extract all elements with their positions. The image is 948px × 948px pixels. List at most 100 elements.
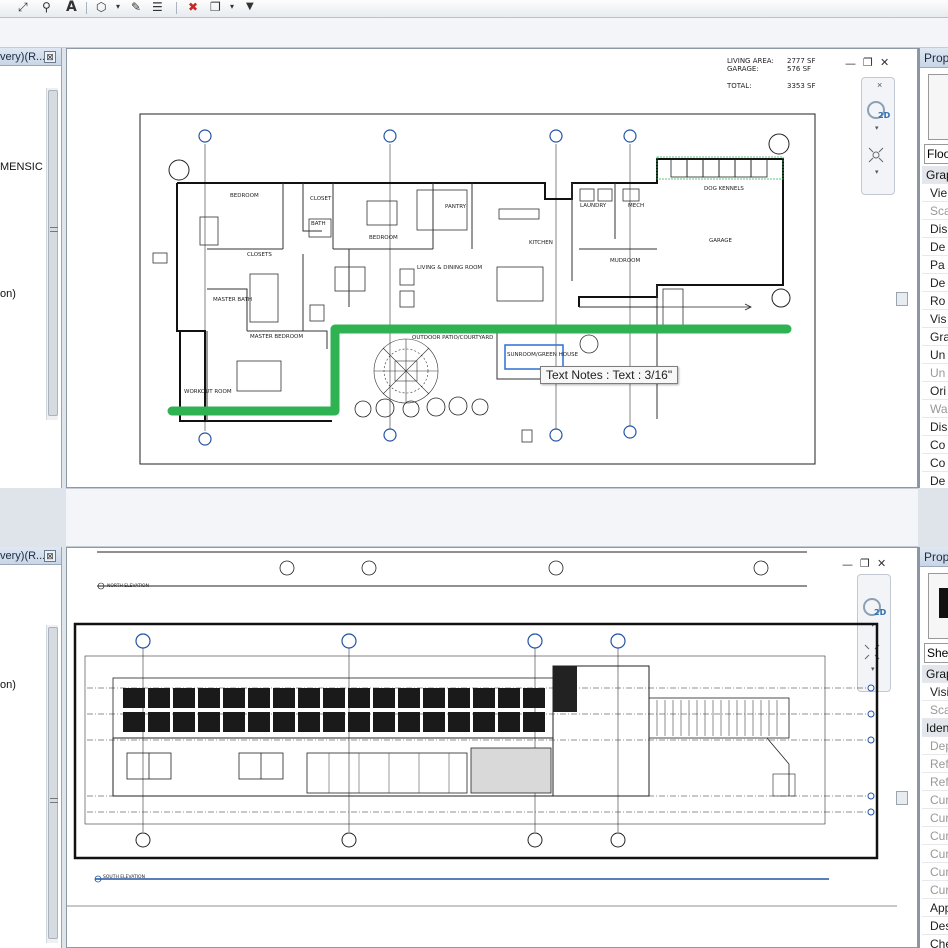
tag-icon[interactable]: ⚲ (42, 0, 51, 14)
grid-head[interactable] (198, 129, 212, 143)
room-label[interactable]: DOG KENNELS (704, 186, 744, 192)
close-icon[interactable]: ⊠ (44, 550, 56, 562)
solar-panel (198, 712, 220, 732)
scrollbar-thumb[interactable] (48, 627, 58, 939)
property-row[interactable]: Ori (922, 382, 948, 400)
property-row[interactable]: Des (922, 917, 948, 935)
room-label[interactable]: OUTDOOR PATIO/COURTYARD (412, 335, 493, 341)
properties-panel-top: Prop Floo GrapVieScaDisDePaDeRoVisGraUnU… (918, 48, 948, 488)
section-marker[interactable] (168, 159, 190, 181)
room-label[interactable]: CLOSETS (247, 252, 272, 258)
grid-head[interactable] (198, 432, 212, 446)
dropdown-icon[interactable]: ▾ (230, 0, 234, 14)
property-row[interactable]: Visi (922, 683, 948, 701)
dimension-icon[interactable]: ⤢ (18, 0, 28, 14)
room-label[interactable]: KITCHEN (529, 240, 553, 246)
type-selector[interactable]: Floo (924, 144, 948, 164)
property-row[interactable]: De (922, 238, 948, 256)
scrollbar-grip (50, 798, 58, 803)
grid-head[interactable] (549, 129, 563, 143)
section-marker[interactable] (768, 133, 790, 155)
panel-title: Prop (920, 48, 948, 68)
grid-head[interactable] (549, 428, 563, 442)
property-row[interactable]: Cur (922, 791, 948, 809)
filter-icon[interactable]: ☰ (152, 0, 163, 14)
delete-element-icon[interactable]: ✖ (188, 0, 198, 14)
property-row[interactable]: Ro (922, 292, 948, 310)
property-group-header[interactable]: Iden (922, 719, 948, 737)
property-row[interactable]: Ref (922, 755, 948, 773)
solar-panel (298, 712, 320, 732)
property-row[interactable]: Cur (922, 809, 948, 827)
property-row[interactable]: Co (922, 454, 948, 472)
property-row[interactable]: Dis (922, 220, 948, 238)
grid-head[interactable] (623, 129, 637, 143)
room-label[interactable]: CLOSET (310, 196, 332, 202)
browser-item[interactable]: on) (0, 288, 16, 300)
property-row[interactable]: Pa (922, 256, 948, 274)
property-row[interactable]: Un (922, 346, 948, 364)
floor-plan-view[interactable]: — ❐ ✕ × 2D ▾ ▾ LIVING AREA: 2777 SF GARA… (66, 48, 918, 488)
close-icon[interactable]: ⊠ (44, 51, 56, 63)
property-row[interactable]: Cur (922, 881, 948, 899)
room-label[interactable]: WORKOUT ROOM (184, 389, 232, 395)
customize-toolbar-icon[interactable]: ▼ (246, 0, 254, 14)
property-row[interactable]: Sca (922, 701, 948, 719)
property-row[interactable]: Gra (922, 328, 948, 346)
browser-item[interactable]: on) (0, 679, 16, 691)
room-label[interactable]: BATH (311, 221, 326, 227)
property-row[interactable]: De (922, 274, 948, 292)
property-row[interactable]: Cur (922, 845, 948, 863)
property-group-header[interactable]: Grap (922, 665, 948, 683)
room-label[interactable]: PANTRY (445, 204, 467, 210)
scrollbar-thumb[interactable] (48, 90, 58, 416)
solar-panel (398, 688, 420, 708)
property-row[interactable]: Ref (922, 773, 948, 791)
room-label[interactable]: BEDROOM (230, 193, 259, 199)
sheet-view[interactable]: — ❐ ✕ 2D ▾ ▾ NORTH ELEVATION SOUTH ELEVA… (66, 547, 918, 948)
room-label[interactable]: LAUNDRY (580, 203, 607, 209)
grid-head[interactable] (623, 425, 637, 439)
property-row[interactable]: Sca (922, 202, 948, 220)
property-row[interactable]: Vis (922, 310, 948, 328)
vertical-scrollbar[interactable] (46, 88, 58, 420)
property-row[interactable]: Cur (922, 827, 948, 845)
property-row[interactable]: Un (922, 364, 948, 382)
grid-head[interactable] (383, 129, 397, 143)
toolbar-separator (86, 2, 87, 14)
window-switch-icon[interactable]: ❐ (210, 0, 221, 14)
property-row[interactable]: De (922, 472, 948, 488)
property-row[interactable]: Cur (922, 863, 948, 881)
paint-icon[interactable]: ✎ (131, 0, 141, 14)
room-label[interactable]: MUDROOM (610, 258, 640, 264)
area-label: TOTAL: (726, 82, 752, 90)
solar-panel (473, 712, 495, 732)
section-marker[interactable] (771, 288, 791, 308)
room-label[interactable]: SUNROOM/GREEN HOUSE (507, 352, 579, 358)
room-label[interactable]: GARAGE (709, 238, 733, 244)
room-label[interactable]: BEDROOM (369, 235, 398, 241)
property-row[interactable]: Vie (922, 184, 948, 202)
property-row[interactable]: Dep (922, 737, 948, 755)
property-row[interactable]: Wa (922, 400, 948, 418)
text-icon[interactable]: A (66, 0, 77, 14)
room-label[interactable]: MASTER BEDROOM (250, 334, 303, 340)
browser-item[interactable]: MENSIC (0, 161, 43, 173)
vertical-scrollbar[interactable] (46, 625, 58, 943)
property-row[interactable]: App (922, 899, 948, 917)
property-row[interactable]: Co (922, 436, 948, 454)
type-selector[interactable]: Shee (924, 643, 948, 663)
ribbon-band (0, 18, 948, 48)
room-label[interactable]: LIVING & DINING ROOM (417, 265, 482, 271)
grid-head[interactable] (383, 428, 397, 442)
room-label[interactable]: MECH (628, 203, 644, 209)
room-label[interactable]: MASTER BATH (213, 297, 252, 303)
solar-panel (173, 688, 195, 708)
property-row[interactable]: Dis (922, 418, 948, 436)
area-value: 3353 SF (787, 82, 816, 90)
dropdown-icon[interactable]: ▾ (116, 0, 120, 14)
property-row[interactable]: Che (922, 935, 948, 948)
component-icon[interactable]: ⬡ (96, 0, 106, 14)
property-group-header[interactable]: Grap (922, 166, 948, 184)
viewport-border[interactable] (73, 622, 879, 860)
